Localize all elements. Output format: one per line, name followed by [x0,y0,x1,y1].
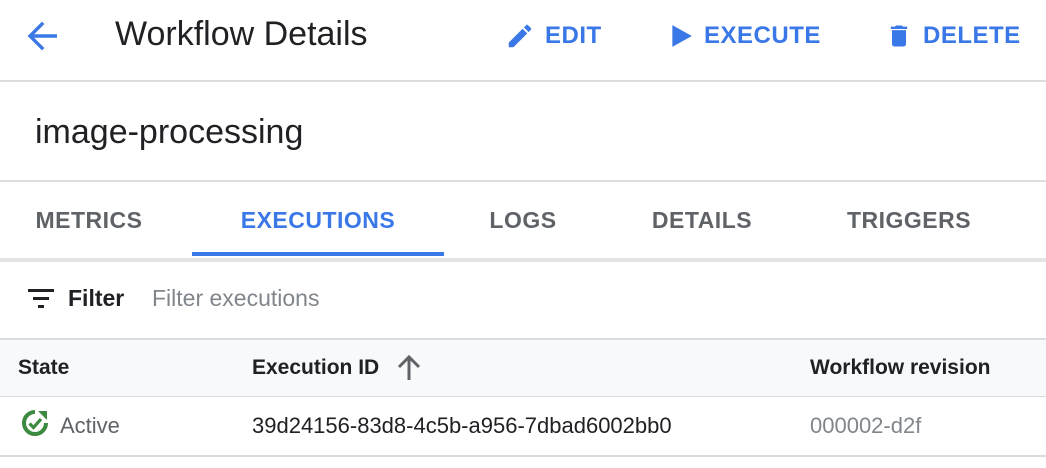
delete-button-label: DELETE [923,22,1021,49]
active-tab-indicator [192,252,444,256]
state-cell: Active [20,397,120,455]
delete-button[interactable]: DELETE [885,16,1021,56]
edit-button-label: EDIT [545,22,602,49]
filter-list-icon [28,288,56,315]
filter-bar: Filter [0,260,1046,340]
page-title: Workflow Details [115,15,368,53]
tab-triggers[interactable]: TRIGGERS [822,182,996,258]
executions-table-header: State Execution ID Workflow revision [0,340,1046,397]
trash-icon [885,21,913,51]
execute-button-label: EXECUTE [704,22,821,49]
back-button[interactable] [22,18,62,58]
column-header-execution-id[interactable]: Execution ID [252,340,421,396]
active-status-icon [20,408,50,444]
edit-button[interactable]: EDIT [505,16,602,56]
tab-executions[interactable]: EXECUTIONS [192,182,444,258]
table-row[interactable]: Active 39d24156-83d8-4c5b-a956-7dbad6002… [0,397,1046,457]
workflow-revision-cell: 000002-d2f [810,413,922,438]
execute-button[interactable]: EXECUTE [668,16,821,56]
workflow-name: image-processing [35,113,304,151]
arrow-back-icon [25,21,59,56]
execution-id-cell[interactable]: 39d24156-83d8-4c5b-a956-7dbad6002bb0 [252,397,672,455]
filter-executions-input[interactable] [152,280,752,316]
tab-details[interactable]: DETAILS [628,182,776,258]
pencil-icon [505,21,535,51]
column-header-execution-id-label: Execution ID [252,356,380,379]
column-header-state[interactable]: State [18,340,69,396]
tab-logs[interactable]: LOGS [460,182,586,258]
filter-label: Filter [68,285,125,311]
top-app-bar: Workflow Details EDIT EXECUTE DELETE [0,0,1046,82]
tab-bar: METRICS EXECUTIONS LOGS DETAILS TRIGGERS [0,180,1046,262]
tab-metrics[interactable]: METRICS [0,182,178,258]
sort-ascending-icon[interactable] [397,354,421,382]
workflow-details-page: Workflow Details EDIT EXECUTE DELETE ima… [0,0,1046,468]
column-header-workflow-revision[interactable]: Workflow revision [810,340,990,396]
state-label: Active [60,413,120,438]
play-icon [668,23,694,49]
